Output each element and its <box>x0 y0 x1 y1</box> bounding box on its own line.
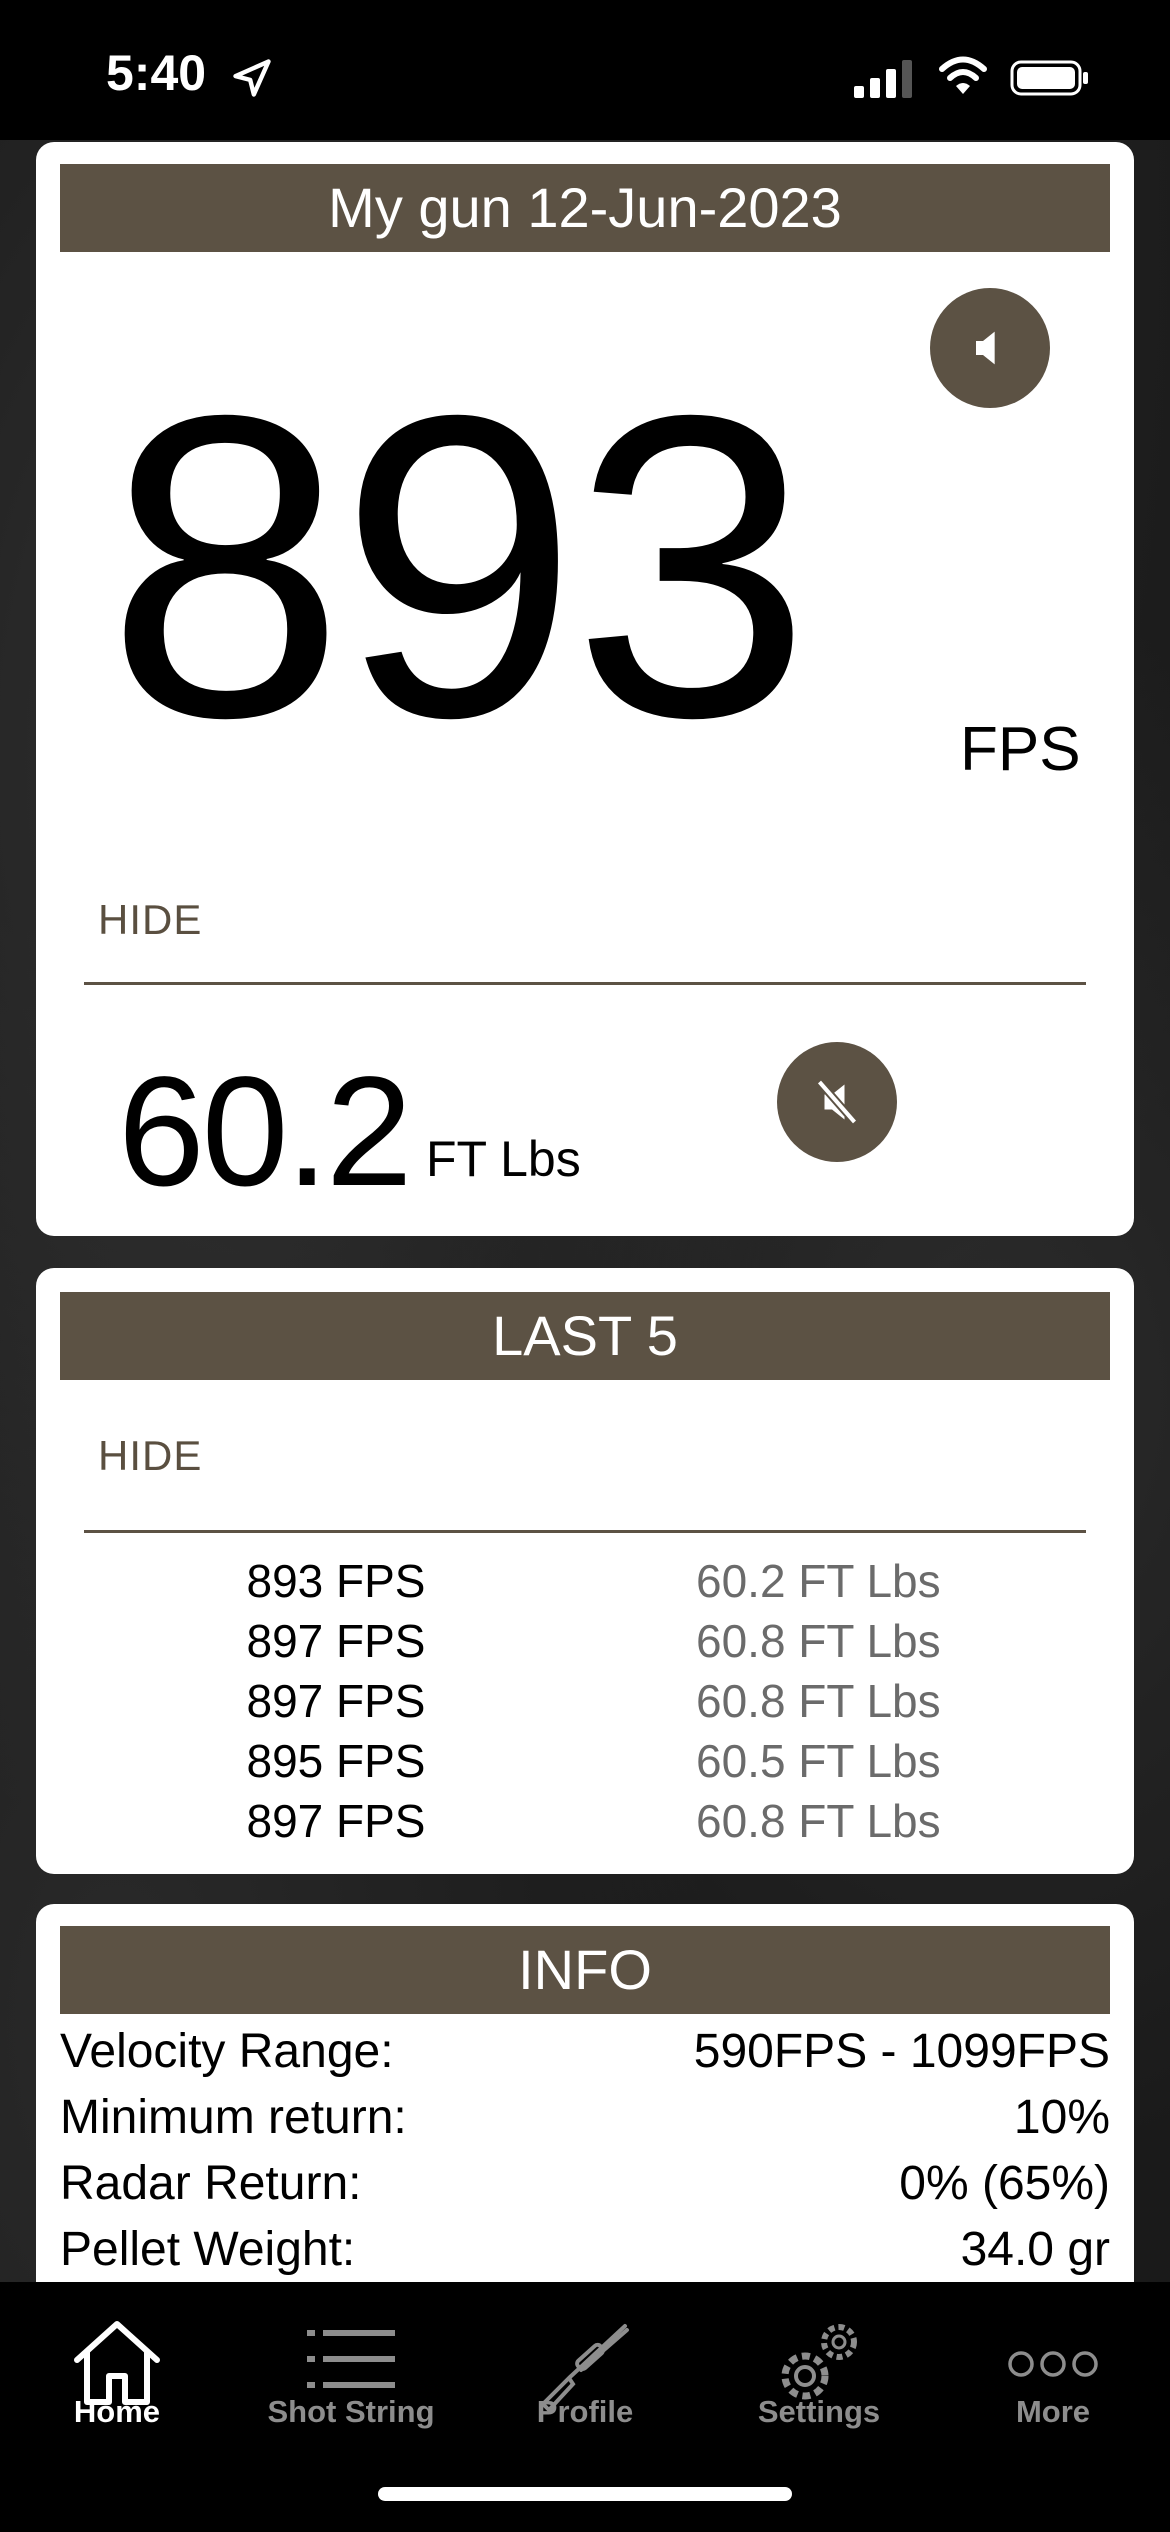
info-row: Pellet Weight: 34.0 gr <box>60 2222 1110 2286</box>
info-value: 34.0 gr <box>960 2223 1110 2276</box>
speed-unit: FPS <box>960 715 1081 784</box>
list-item: 895 FPS 60.5 FT Lbs <box>36 1734 1134 1794</box>
hide-button[interactable]: HIDE <box>98 896 202 944</box>
tab-label: Home <box>73 2394 161 2429</box>
shot-fps: 897 FPS <box>246 1795 426 1847</box>
info-label: Velocity Range: <box>60 2025 394 2078</box>
energy-value: 60.2 <box>118 1045 413 1219</box>
shot-energy: 60.8 FT Lbs <box>696 1795 941 1847</box>
tab-label: More <box>1015 2394 1091 2429</box>
tab-home[interactable]: Home <box>0 2282 234 2472</box>
shot-fps: 897 FPS <box>246 1615 426 1667</box>
divider <box>84 982 1086 985</box>
shot-fps: 893 FPS <box>246 1555 426 1607</box>
status-time: 5:40 <box>106 45 207 101</box>
shot-energy: 60.2 FT Lbs <box>696 1555 941 1607</box>
shot-energy: 60.5 FT Lbs <box>696 1735 941 1787</box>
home-indicator[interactable] <box>378 2487 792 2501</box>
tab-label: Settings <box>757 2394 881 2429</box>
list-item: 897 FPS 60.8 FT Lbs <box>36 1794 1134 1854</box>
tab-profile[interactable]: Profile <box>468 2282 702 2472</box>
battery-icon <box>1010 60 1088 96</box>
info-label: Pellet Weight: <box>60 2223 356 2276</box>
list-item: 897 FPS 60.8 FT Lbs <box>36 1674 1134 1734</box>
speaker-muted-icon <box>816 1079 858 1125</box>
divider <box>84 1530 1086 1533</box>
status-bar: 5:40 <box>0 0 1170 140</box>
last5-title: LAST 5 <box>60 1292 1110 1380</box>
tab-settings[interactable]: Settings <box>702 2282 936 2472</box>
info-label: Radar Return: <box>60 2157 362 2210</box>
cellular-signal-icon <box>854 60 912 98</box>
info-row: Minimum return: 10% <box>60 2090 1110 2154</box>
info-title: INFO <box>60 1926 1110 2014</box>
list-item: 893 FPS 60.2 FT Lbs <box>36 1554 1134 1614</box>
info-value: 590FPS - 1099FPS <box>693 2025 1110 2078</box>
speaker-icon <box>976 331 995 365</box>
speed-value: 893 <box>106 327 811 807</box>
info-label: Minimum return: <box>60 2091 407 2144</box>
info-value: 0% (65%) <box>899 2157 1110 2210</box>
info-row: Velocity Range: 590FPS - 1099FPS <box>60 2024 1110 2088</box>
mute-button[interactable] <box>777 1042 897 1162</box>
wifi-icon <box>939 56 987 94</box>
shot-energy: 60.8 FT Lbs <box>696 1615 941 1667</box>
card-title: My gun 12-Jun-2023 <box>60 164 1110 252</box>
energy-unit: FT Lbs <box>426 1131 581 1187</box>
info-value: 10% <box>1013 2091 1110 2144</box>
sound-on-button[interactable] <box>930 288 1050 408</box>
shot-fps: 895 FPS <box>246 1735 426 1787</box>
last5-card: LAST 5 HIDE 893 FPS 60.2 FT Lbs 897 FPS … <box>36 1268 1134 1874</box>
info-row: Radar Return: 0% (65%) <box>60 2156 1110 2220</box>
shot-energy: 60.8 FT Lbs <box>696 1675 941 1727</box>
tab-label: Shot String <box>267 2394 435 2429</box>
tab-more[interactable]: More <box>936 2282 1170 2472</box>
shot-fps: 897 FPS <box>246 1675 426 1727</box>
location-arrow-icon <box>233 59 271 97</box>
info-card: INFO Velocity Range: 590FPS - 1099FPS Mi… <box>36 1904 1134 2324</box>
hide-button[interactable]: HIDE <box>98 1432 202 1480</box>
list-item: 897 FPS 60.8 FT Lbs <box>36 1614 1134 1674</box>
speed-card: My gun 12-Jun-2023 893 FPS HIDE 60.2 FT … <box>36 142 1134 1236</box>
tab-shot-string[interactable]: Shot String <box>234 2282 468 2472</box>
tab-label: Profile <box>536 2394 634 2429</box>
